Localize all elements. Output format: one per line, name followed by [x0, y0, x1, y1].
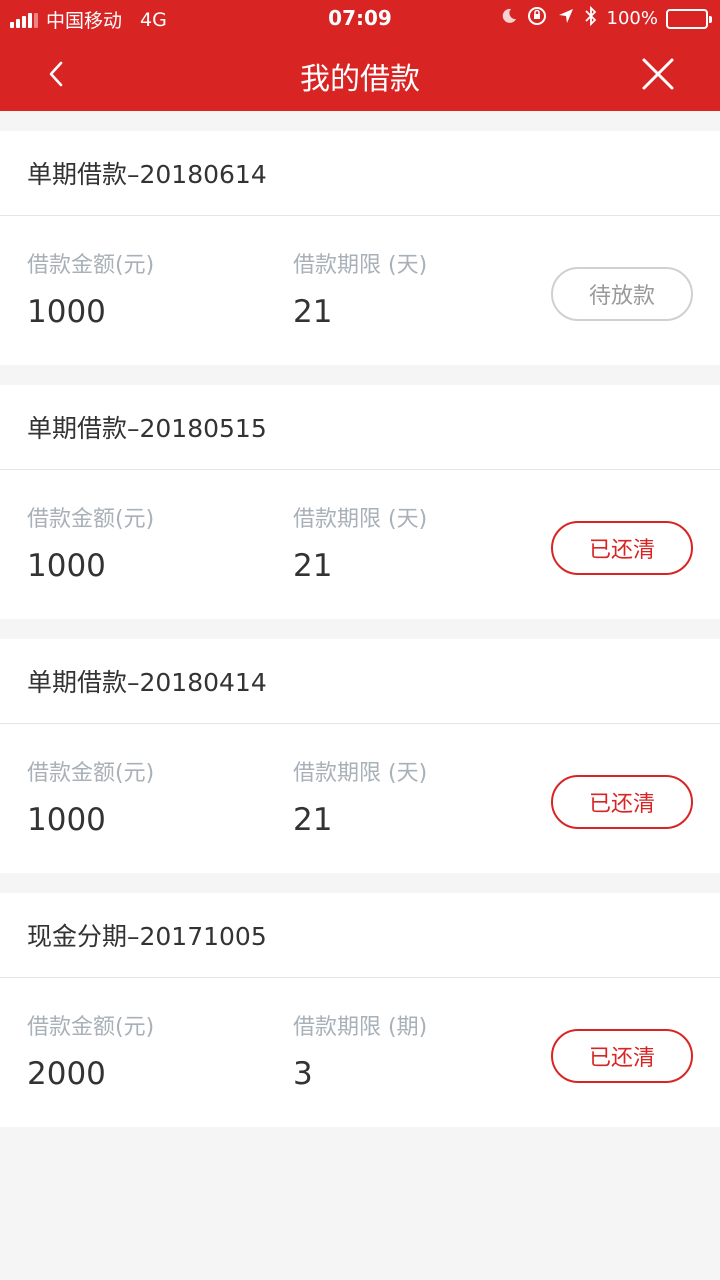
close-icon — [642, 58, 674, 90]
loan-details: 借款金额(元) 1000 借款期限 (天) 21 已还清 — [0, 724, 720, 873]
loan-title: 单期借款–20180414 — [0, 639, 720, 724]
amount-column: 借款金额(元) 1000 — [27, 252, 154, 330]
amount-label: 借款金额(元) — [27, 507, 155, 532]
status-button[interactable]: 已还清 — [551, 521, 693, 575]
battery-percent: 100% — [606, 8, 658, 29]
loan-list: 单期借款–20180614 借款金额(元) 1000 借款期限 (天) 21 待… — [0, 131, 720, 1147]
loan-title: 现金分期–20171005 — [0, 893, 720, 978]
amount-value: 2000 — [27, 1056, 106, 1092]
status-button[interactable]: 待放款 — [551, 267, 693, 321]
status-bar: 中国移动 4G 07:09 100% — [0, 0, 720, 38]
status-button[interactable]: 已还清 — [551, 775, 693, 829]
amount-column: 借款金额(元) 1000 — [27, 506, 154, 584]
term-column: 借款期限 (天) 21 — [293, 252, 427, 330]
loan-title: 单期借款–20180614 — [0, 131, 720, 216]
term-column: 借款期限 (天) 21 — [293, 760, 427, 838]
amount-value: 1000 — [27, 802, 106, 838]
orientation-lock-icon — [527, 6, 547, 31]
loan-card[interactable]: 单期借款–20180614 借款金额(元) 1000 借款期限 (天) 21 待… — [0, 131, 720, 365]
location-arrow-icon — [557, 7, 575, 30]
term-value: 21 — [293, 294, 333, 330]
term-label: 借款期限 (天) — [293, 761, 428, 786]
term-column: 借款期限 (期) 3 — [293, 1014, 427, 1092]
term-label: 借款期限 (天) — [293, 507, 428, 532]
amount-label: 借款金额(元) — [27, 253, 155, 278]
app-header: 中国移动 4G 07:09 100% 我的借款 — [0, 0, 720, 111]
amount-label: 借款金额(元) — [27, 761, 155, 786]
loan-details: 借款金额(元) 1000 借款期限 (天) 21 已还清 — [0, 470, 720, 619]
term-value: 21 — [293, 802, 333, 838]
amount-label: 借款金额(元) — [27, 1015, 155, 1040]
term-value: 21 — [293, 548, 333, 584]
amount-column: 借款金额(元) 1000 — [27, 760, 154, 838]
page-title: 我的借款 — [300, 62, 420, 97]
amount-value: 1000 — [27, 548, 106, 584]
amount-value: 1000 — [27, 294, 106, 330]
status-right: 100% — [491, 5, 712, 31]
term-label: 借款期限 (期) — [293, 1015, 428, 1040]
close-button[interactable] — [636, 52, 680, 96]
loan-details: 借款金额(元) 2000 借款期限 (期) 3 已还清 — [0, 978, 720, 1127]
nav-bar: 我的借款 — [0, 38, 720, 111]
amount-column: 借款金额(元) 2000 — [27, 1014, 154, 1092]
bluetooth-icon — [584, 5, 597, 31]
loan-details: 借款金额(元) 1000 借款期限 (天) 21 待放款 — [0, 216, 720, 365]
loan-card[interactable]: 单期借款–20180414 借款金额(元) 1000 借款期限 (天) 21 已… — [0, 639, 720, 873]
term-value: 3 — [293, 1056, 313, 1092]
term-column: 借款期限 (天) 21 — [293, 506, 427, 584]
status-button[interactable]: 已还清 — [551, 1029, 693, 1083]
term-label: 借款期限 (天) — [293, 253, 428, 278]
loan-card[interactable]: 现金分期–20171005 借款金额(元) 2000 借款期限 (期) 3 已还… — [0, 893, 720, 1127]
battery-icon — [666, 8, 712, 29]
loan-title: 单期借款–20180515 — [0, 385, 720, 470]
loan-card[interactable]: 单期借款–20180515 借款金额(元) 1000 借款期限 (天) 21 已… — [0, 385, 720, 619]
moon-icon — [501, 8, 517, 29]
